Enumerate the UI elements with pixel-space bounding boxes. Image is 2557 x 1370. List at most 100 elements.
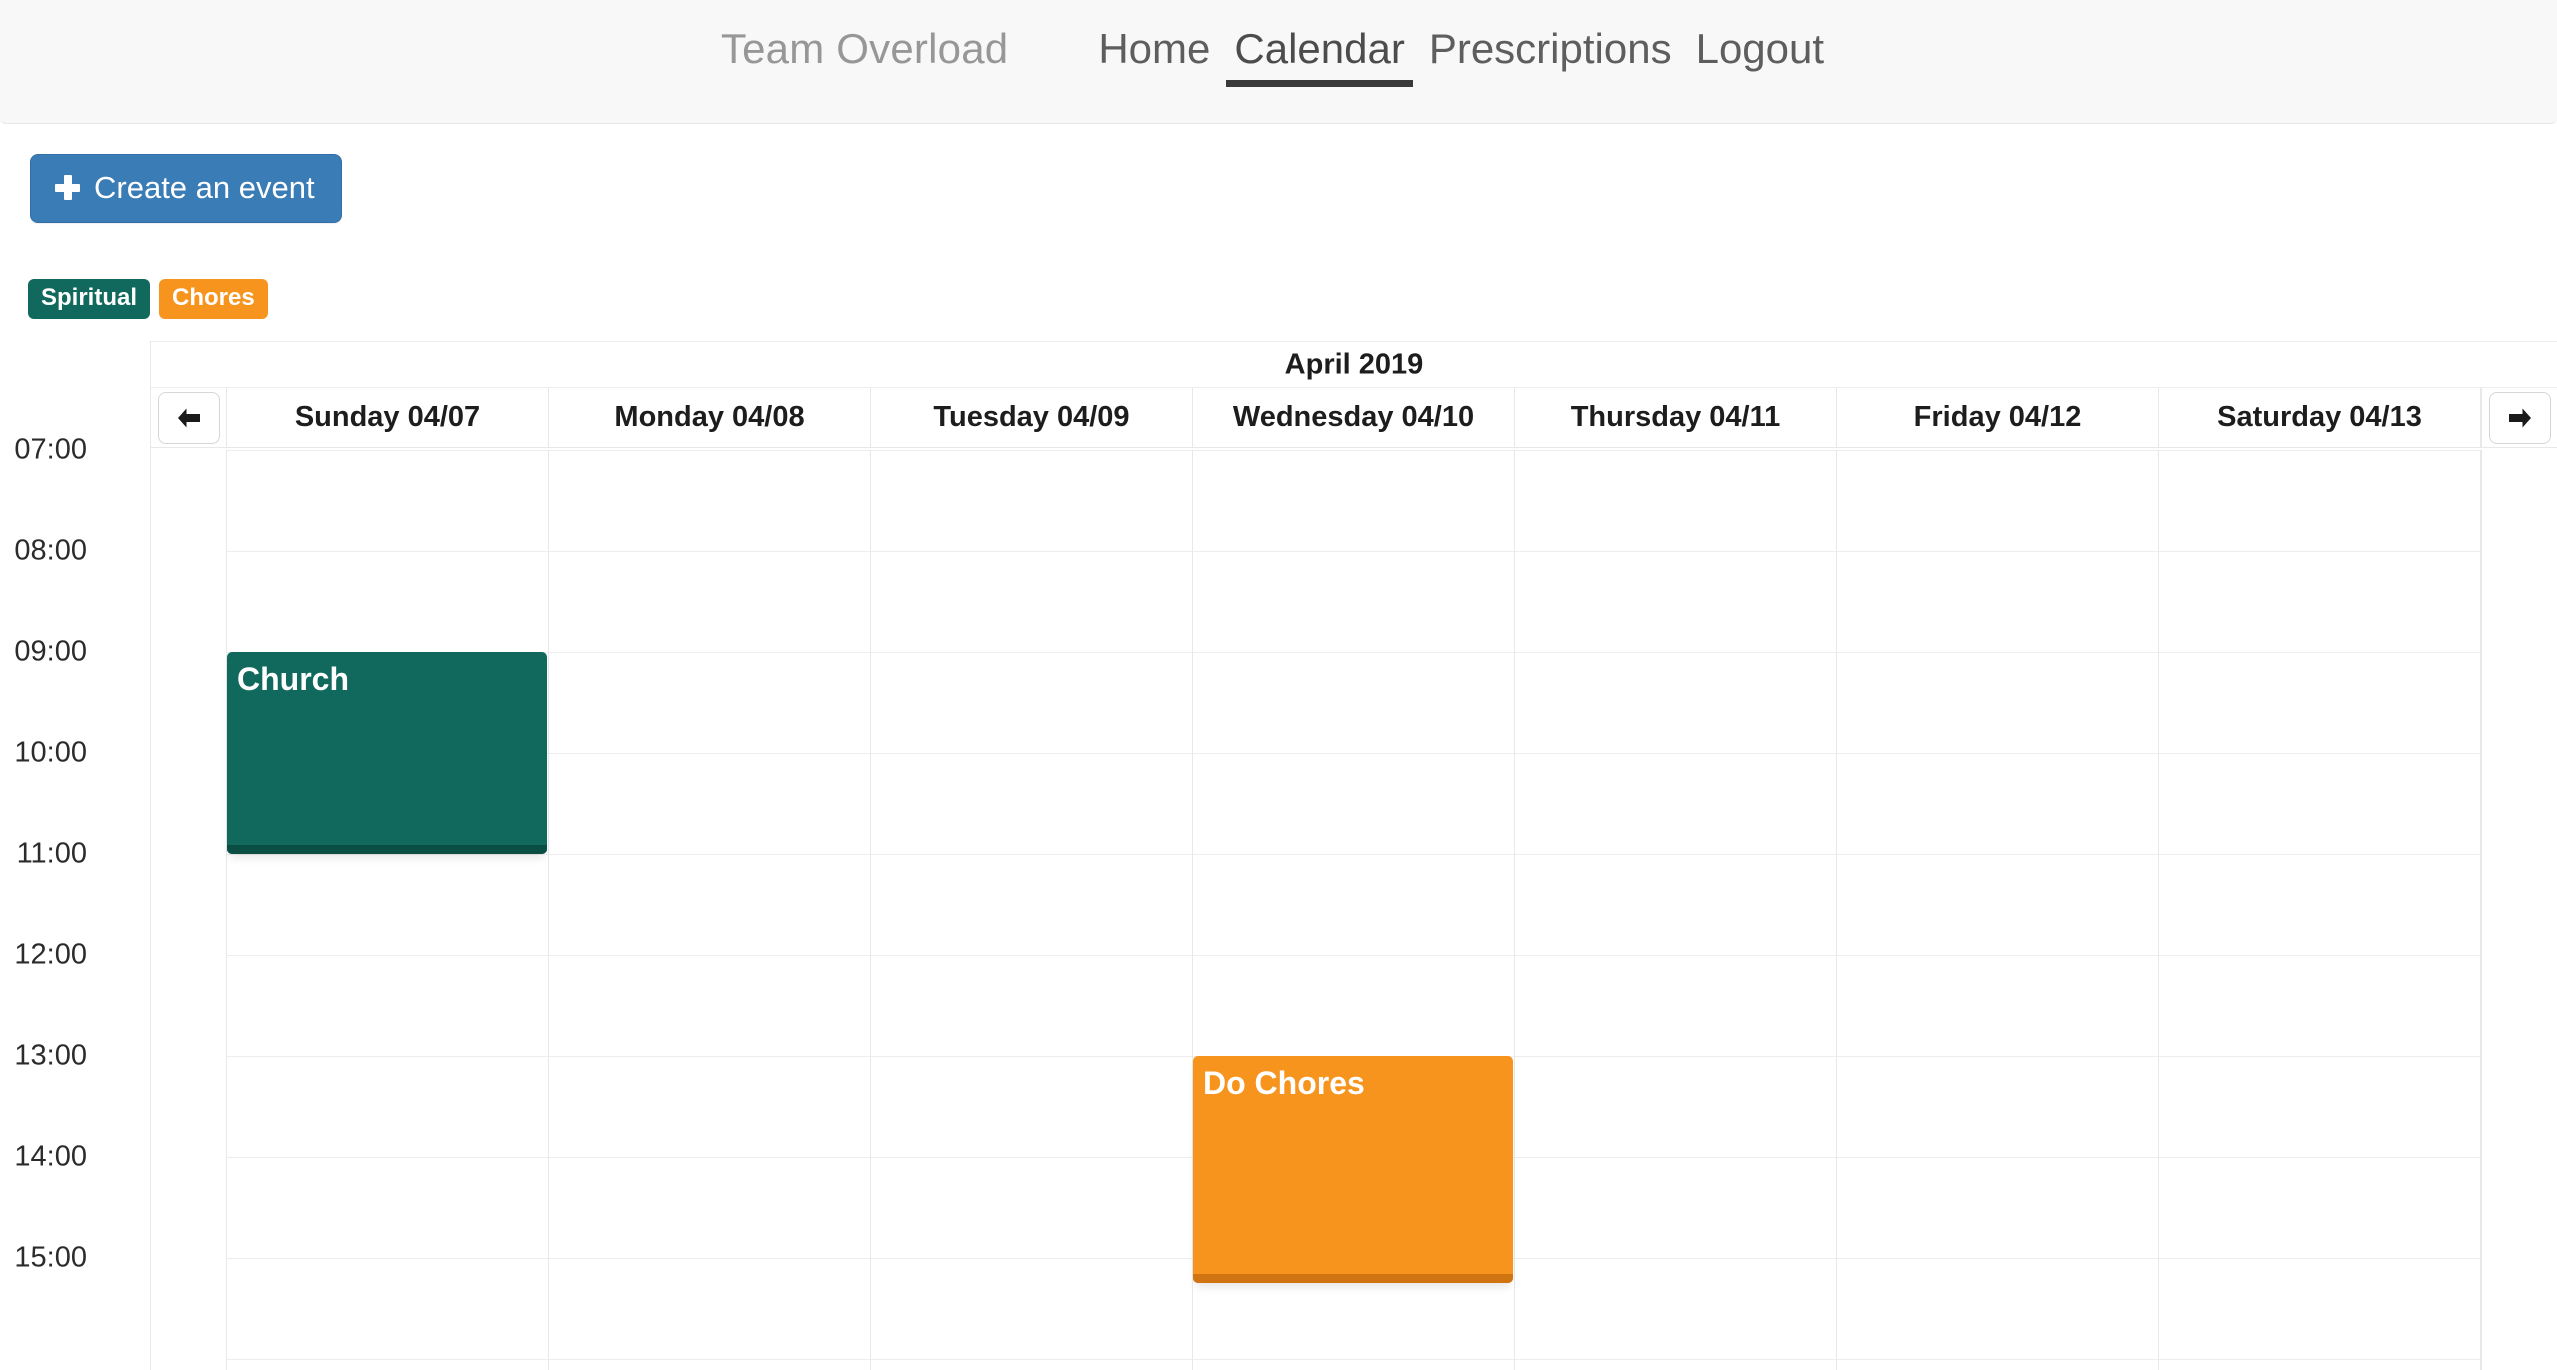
hour-gridline	[227, 450, 548, 451]
plus-icon	[55, 175, 80, 200]
day-header-2[interactable]: Tuesday 04/09	[871, 388, 1193, 447]
hour-gridline	[1837, 450, 2158, 451]
hour-gridline	[1837, 1258, 2158, 1259]
hour-gridline	[1515, 551, 1836, 552]
day-header-0[interactable]: Sunday 04/07	[227, 388, 549, 447]
hour-gridline	[1837, 652, 2158, 653]
prev-week-button[interactable]	[157, 391, 220, 444]
hour-gridline	[1193, 450, 1514, 451]
next-week-button[interactable]	[2488, 391, 2551, 444]
hour-gridline	[1515, 1056, 1836, 1057]
hour-gridline	[227, 955, 548, 956]
hour-label: 14:00	[14, 1140, 87, 1173]
hour-gridline	[227, 1359, 548, 1360]
hour-gridline	[549, 753, 870, 754]
grid-gutter-left	[151, 450, 227, 1370]
hour-gridline	[1515, 1359, 1836, 1360]
hour-label: 07:00	[14, 433, 87, 466]
day-column-5[interactable]	[1837, 450, 2159, 1370]
create-event-label: Create an event	[94, 170, 315, 205]
nav-link-prescriptions[interactable]: Prescriptions	[1417, 25, 1684, 87]
day-column-1[interactable]	[549, 450, 871, 1370]
category-badge-spiritual[interactable]: Spiritual	[28, 279, 151, 319]
hour-gridline	[871, 551, 1192, 552]
hour-gridline	[549, 551, 870, 552]
hour-gridline	[871, 1056, 1192, 1057]
month-title: April 2019	[1284, 348, 1424, 380]
hour-gridline	[227, 1056, 548, 1057]
hour-label: 11:00	[16, 837, 87, 870]
category-legend: Spiritual Chores	[0, 223, 2557, 319]
event-resize-handle[interactable]	[1193, 1274, 1513, 1284]
day-header-4[interactable]: Thursday 04/11	[1515, 388, 1837, 447]
hour-gridline	[2159, 955, 2480, 956]
arrow-right-icon	[2508, 408, 2531, 427]
calendar-grid: April 2019 Sunday 04/07 Monday 04/08 Tue…	[150, 341, 2557, 1370]
hour-gridline	[871, 450, 1192, 451]
hour-gridline	[549, 1359, 870, 1360]
create-event-button[interactable]: Create an event	[30, 154, 342, 223]
hour-label: 10:00	[14, 736, 87, 769]
hour-gridline	[549, 450, 870, 451]
hour-gridline	[1515, 450, 1836, 451]
nav-links: Home Calendar Prescriptions Logout	[1086, 25, 1836, 87]
top-navbar: Team Overload Home Calendar Prescription…	[0, 0, 2557, 124]
day-header-row: Sunday 04/07 Monday 04/08 Tuesday 04/09 …	[151, 388, 2557, 448]
event-resize-handle[interactable]	[227, 845, 547, 854]
day-header-1[interactable]: Monday 04/08	[549, 388, 871, 447]
day-column-2[interactable]	[871, 450, 1193, 1370]
hour-label: 08:00	[14, 534, 87, 567]
hour-gridline	[2159, 1157, 2480, 1158]
day-header-6[interactable]: Saturday 04/13	[2159, 388, 2481, 447]
next-week-cell	[2481, 388, 2557, 447]
day-column-0[interactable]: Church	[227, 450, 549, 1370]
hour-gridline	[1837, 854, 2158, 855]
hour-gridline	[2159, 753, 2480, 754]
hour-gridline	[549, 652, 870, 653]
day-column-3[interactable]: Do Chores	[1193, 450, 1515, 1370]
hour-gridline	[1193, 652, 1514, 653]
day-column-4[interactable]	[1515, 450, 1837, 1370]
hour-gridline	[549, 955, 870, 956]
hour-gridline	[2159, 652, 2480, 653]
hour-label: 13:00	[14, 1039, 87, 1072]
day-header-5[interactable]: Friday 04/12	[1837, 388, 2159, 447]
month-header: April 2019	[151, 341, 2557, 388]
hour-gridline	[227, 1258, 548, 1259]
hour-gridline	[1515, 1157, 1836, 1158]
hour-gridline	[871, 854, 1192, 855]
hour-gridline	[871, 955, 1192, 956]
hour-gridline	[1193, 1359, 1514, 1360]
nav-link-calendar[interactable]: Calendar	[1222, 25, 1416, 87]
nav-link-logout[interactable]: Logout	[1684, 25, 1836, 87]
hour-gridline	[1515, 652, 1836, 653]
hour-gridline	[1837, 753, 2158, 754]
hour-label: 12:00	[14, 938, 87, 971]
brand-title[interactable]: Team Overload	[721, 25, 1086, 73]
calendar-event[interactable]: Church	[227, 652, 547, 854]
calendar-event[interactable]: Do Chores	[1193, 1056, 1513, 1284]
hour-label: 15:00	[14, 1241, 87, 1274]
hour-gridline	[227, 1157, 548, 1158]
navbar-content: Team Overload Home Calendar Prescription…	[721, 25, 1836, 87]
hour-gridline	[1515, 854, 1836, 855]
hour-gridline	[549, 854, 870, 855]
hour-gridline	[2159, 551, 2480, 552]
hour-gridline	[2159, 1359, 2480, 1360]
hour-gridline	[227, 854, 548, 855]
hour-gridline	[549, 1056, 870, 1057]
day-column-6[interactable]	[2159, 450, 2481, 1370]
day-header-3[interactable]: Wednesday 04/10	[1193, 388, 1515, 447]
hour-gridline	[871, 1157, 1192, 1158]
hour-gridline	[1837, 551, 2158, 552]
time-axis: 07:00 08:00 09:00 10:00 11:00 12:00 13:00 14:00…	[0, 341, 150, 1370]
calendar-body: Church Do Chores	[151, 450, 2557, 1370]
hour-gridline	[2159, 854, 2480, 855]
hour-gridline	[549, 1258, 870, 1259]
event-title: Do Chores	[1203, 1065, 1365, 1101]
hour-gridline	[1837, 1056, 2158, 1057]
category-badge-chores[interactable]: Chores	[159, 279, 268, 319]
hour-gridline	[1515, 753, 1836, 754]
nav-link-home[interactable]: Home	[1086, 25, 1222, 87]
hour-gridline	[871, 1258, 1192, 1259]
